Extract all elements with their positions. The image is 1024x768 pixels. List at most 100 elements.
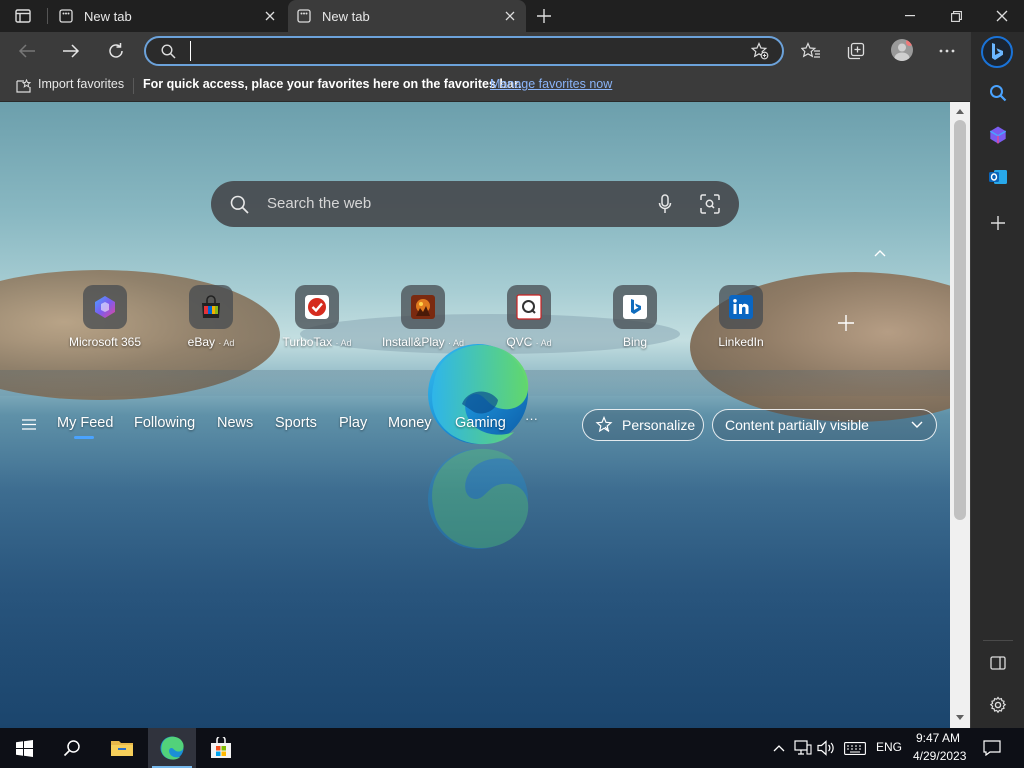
file-explorer-icon[interactable]	[110, 737, 134, 759]
chevron-up-icon[interactable]	[872, 246, 888, 260]
back-arrow-icon[interactable]	[16, 41, 38, 61]
touch-keyboard-icon[interactable]	[843, 740, 867, 756]
quick-link-microsoft-365[interactable]	[83, 285, 127, 329]
quick-link-label: LinkedIn	[718, 335, 764, 349]
qvc-icon	[516, 294, 542, 320]
hamburger-menu-icon[interactable]	[20, 415, 38, 433]
install-play-icon	[410, 294, 436, 320]
new-tab-page-icon	[296, 8, 312, 24]
feed-tab-play[interactable]: Play	[339, 415, 367, 431]
personalize-star-icon	[595, 416, 613, 434]
scroll-up-arrow-icon[interactable]	[954, 106, 966, 116]
navigation-toolbar	[0, 32, 970, 70]
feed-tab-money[interactable]: Money	[388, 415, 432, 431]
tab-title: New tab	[84, 8, 132, 24]
sidebar-settings-gear-icon[interactable]	[987, 694, 1009, 716]
taskbar-edge-icon	[160, 736, 184, 760]
feed-tab-sports[interactable]: Sports	[275, 415, 317, 431]
clock-time[interactable]: 9:47 AM	[916, 731, 960, 745]
network-icon[interactable]	[794, 739, 812, 757]
quick-link-ebay[interactable]	[189, 285, 233, 329]
turbotax-icon	[304, 294, 330, 320]
quick-link-label: eBay · Ad	[187, 335, 235, 349]
quick-link-label: TurboTax · Ad	[282, 335, 352, 349]
add-quick-link-icon[interactable]	[836, 313, 856, 333]
ebay-icon	[198, 294, 224, 320]
microsoft-365-icon	[92, 294, 118, 320]
quick-link-label: Microsoft 365	[68, 335, 142, 349]
bing-chat-icon[interactable]	[981, 36, 1013, 68]
hide-sidebar-icon[interactable]	[987, 652, 1009, 674]
manage-favorites-link[interactable]: Manage favorites now	[490, 77, 612, 91]
profile-avatar[interactable]	[891, 39, 913, 61]
feed-tab-my-feed[interactable]: My Feed	[57, 415, 113, 431]
feed-more-button[interactable]: ···	[525, 411, 538, 426]
linkedin-icon	[728, 294, 754, 320]
address-bar[interactable]	[144, 36, 784, 66]
quick-link-linkedin[interactable]	[719, 285, 763, 329]
favorites-bar: Import favorites For quick access, place…	[0, 70, 970, 102]
web-search-box[interactable]: Search the web	[211, 181, 739, 227]
quick-link-qvc[interactable]	[507, 285, 551, 329]
microphone-icon[interactable]	[655, 193, 675, 215]
clock-date[interactable]: 4/29/2023	[913, 749, 966, 763]
scrollbar-thumb[interactable]	[954, 120, 966, 520]
taskbar-edge-button[interactable]	[148, 728, 196, 768]
new-tab-page: Search the web Microsoft 365 eBay · Ad T…	[0, 102, 950, 728]
new-tab-plus-icon[interactable]	[534, 6, 554, 26]
sidebar-add-icon[interactable]	[987, 212, 1009, 234]
tab-2-active[interactable]: New tab	[288, 0, 526, 32]
quick-link-turbotax[interactable]	[295, 285, 339, 329]
quick-link-install-play[interactable]	[401, 285, 445, 329]
bing-icon	[622, 294, 648, 320]
taskbar-search-icon[interactable]	[62, 738, 82, 758]
import-favorites-icon	[14, 78, 32, 94]
favorites-icon[interactable]	[800, 41, 822, 61]
sidebar-microsoft-365-icon[interactable]	[987, 124, 1009, 146]
quick-link-bing[interactable]	[613, 285, 657, 329]
restore-icon[interactable]	[942, 6, 970, 26]
close-window-icon[interactable]	[988, 6, 1016, 26]
forward-arrow-icon[interactable]	[60, 41, 82, 61]
close-tab-icon[interactable]	[262, 8, 278, 24]
address-input[interactable]	[190, 41, 690, 61]
add-favorite-star-icon[interactable]	[750, 42, 770, 60]
tab-actions-icon[interactable]	[14, 8, 32, 24]
sidebar-search-icon[interactable]	[987, 82, 1009, 104]
tab-separator	[47, 8, 48, 24]
sidebar-outlook-icon[interactable]	[987, 166, 1009, 188]
search-icon	[160, 43, 176, 59]
sidebar-divider	[983, 640, 1013, 641]
favorites-bar-separator	[133, 78, 134, 94]
notifications-icon[interactable]	[982, 739, 1002, 757]
volume-icon[interactable]	[817, 739, 835, 757]
collections-icon[interactable]	[845, 41, 867, 61]
personalize-label: Personalize	[622, 417, 696, 433]
close-tab-icon[interactable]	[502, 8, 518, 24]
tab-1[interactable]: New tab	[50, 0, 286, 32]
search-icon	[229, 194, 249, 214]
feed-tab-following[interactable]: Following	[134, 415, 195, 431]
tab-bar: New tab New tab	[0, 0, 1024, 32]
show-hidden-icons-chevron-icon[interactable]	[772, 741, 786, 755]
personalize-button[interactable]: Personalize	[582, 409, 704, 441]
feed-tab-active-indicator	[74, 436, 94, 439]
feed-tab-gaming[interactable]: Gaming	[455, 415, 506, 431]
windows-start-icon[interactable]	[14, 738, 34, 758]
feed-tab-news[interactable]: News	[217, 415, 253, 431]
refresh-icon[interactable]	[105, 41, 127, 61]
import-favorites-button[interactable]: Import favorites	[38, 77, 124, 91]
minimize-icon[interactable]	[896, 6, 924, 26]
scroll-down-arrow-icon[interactable]	[954, 712, 966, 722]
quick-link-label: Bing	[622, 335, 648, 349]
content-visibility-label: Content partially visible	[725, 417, 869, 433]
visual-search-icon[interactable]	[699, 193, 721, 215]
content-visibility-dropdown[interactable]: Content partially visible	[712, 409, 937, 441]
web-search-placeholder: Search the web	[267, 195, 372, 212]
page-scrollbar[interactable]	[950, 102, 970, 728]
microsoft-store-icon[interactable]	[208, 736, 234, 760]
profile-alert-dot	[906, 39, 913, 46]
windows-taskbar: ENG 9:47 AM 4/29/2023	[0, 728, 1024, 768]
input-language[interactable]: ENG	[876, 740, 902, 754]
settings-more-icon[interactable]	[936, 41, 958, 61]
